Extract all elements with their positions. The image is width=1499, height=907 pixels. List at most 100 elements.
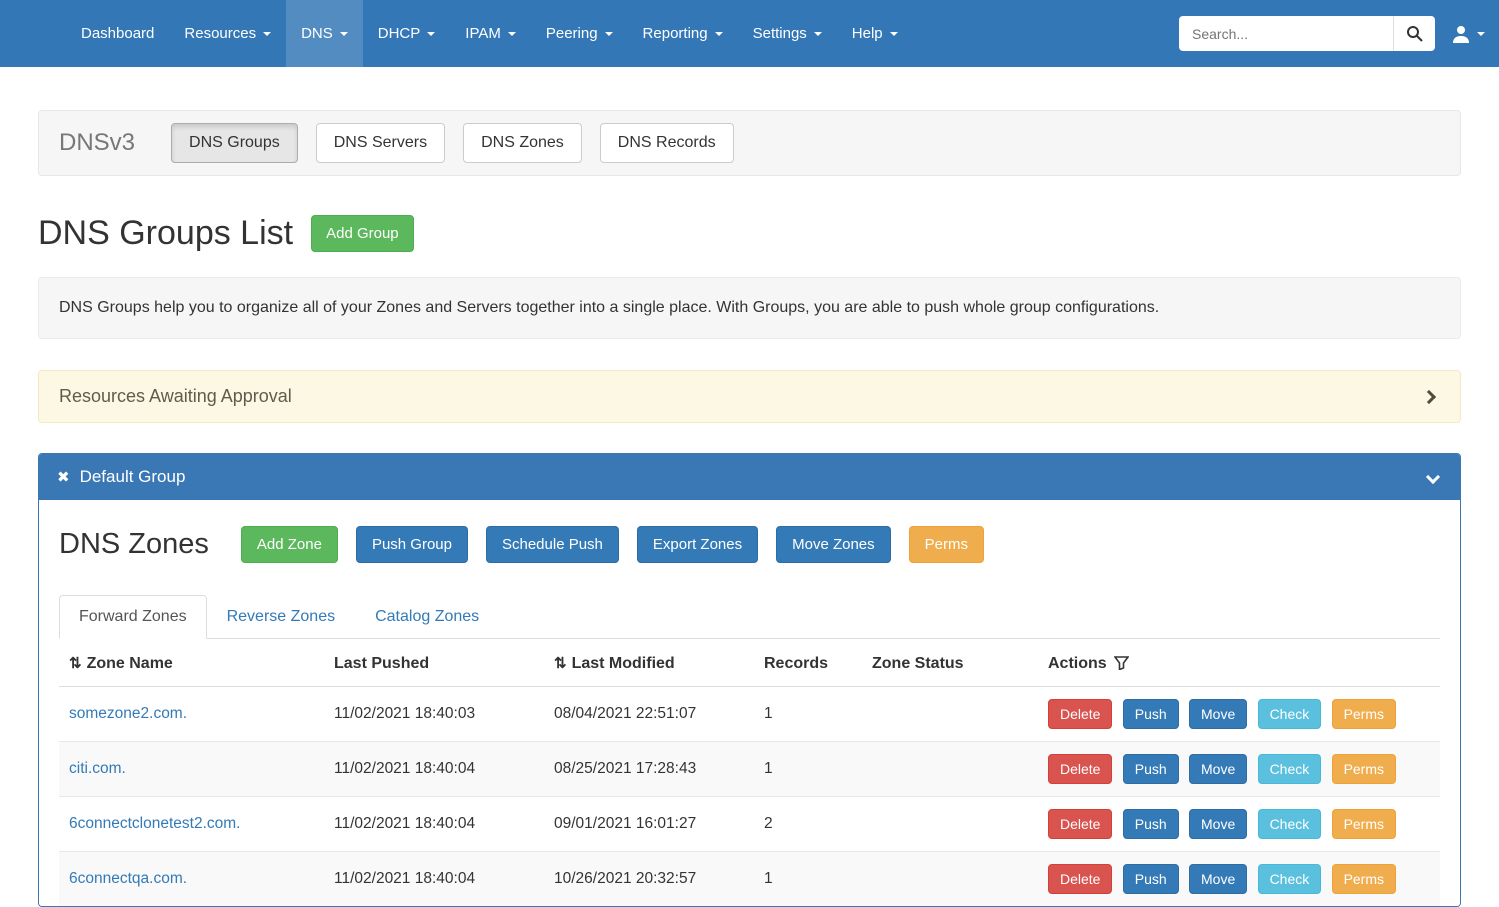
dnsv3-toolbar: DNSv3 DNS Groups DNS Servers DNS Zones D… xyxy=(38,110,1461,176)
delete-button[interactable]: Delete xyxy=(1048,754,1112,784)
perms-button[interactable]: Perms xyxy=(909,526,984,563)
nav-peering[interactable]: Peering xyxy=(531,0,628,67)
last-pushed-cell: 11/02/2021 18:40:03 xyxy=(324,687,544,742)
nav-dashboard[interactable]: Dashboard xyxy=(66,0,169,67)
records-cell: 1 xyxy=(754,852,862,907)
move-button[interactable]: Move xyxy=(1189,864,1247,894)
nav-dhcp[interactable]: DHCP xyxy=(363,0,451,67)
records-cell: 2 xyxy=(754,797,862,852)
zone-link[interactable]: somezone2.com. xyxy=(69,705,187,722)
zone-link[interactable]: citi.com. xyxy=(69,760,126,777)
nav-ipam[interactable]: IPAM xyxy=(450,0,531,67)
tab-dns-zones[interactable]: DNS Zones xyxy=(463,123,582,163)
search-icon xyxy=(1406,25,1423,42)
user-menu[interactable] xyxy=(1451,24,1485,44)
zone-link[interactable]: 6connectclonetest2.com. xyxy=(69,815,240,832)
tab-forward-zones[interactable]: Forward Zones xyxy=(59,595,207,639)
records-cell: 1 xyxy=(754,687,862,742)
check-button[interactable]: Check xyxy=(1258,864,1322,894)
last-pushed-cell: 11/02/2021 18:40:04 xyxy=(324,742,544,797)
sort-icon[interactable]: ⇅ xyxy=(554,655,567,672)
user-icon xyxy=(1451,24,1471,44)
resources-awaiting-approval-panel[interactable]: Resources Awaiting Approval xyxy=(38,370,1461,423)
nav-resources[interactable]: Resources xyxy=(169,0,286,67)
zone-status-cell xyxy=(862,742,1038,797)
chevron-down-icon xyxy=(715,32,723,36)
col-header-last-pushed[interactable]: Last Pushed xyxy=(334,655,429,672)
col-header-records[interactable]: Records xyxy=(764,655,828,672)
zone-status-cell xyxy=(862,687,1038,742)
tab-dns-servers[interactable]: DNS Servers xyxy=(316,123,445,163)
group-panel-header[interactable]: ✖ Default Group xyxy=(39,454,1460,500)
check-button[interactable]: Check xyxy=(1258,699,1322,729)
delete-button[interactable]: Delete xyxy=(1048,864,1112,894)
chevron-down-icon xyxy=(605,32,613,36)
tab-dns-groups[interactable]: DNS Groups xyxy=(171,123,298,163)
schedule-push-button[interactable]: Schedule Push xyxy=(486,526,619,563)
default-group-panel: ✖ Default Group DNS Zones Add Zone Push … xyxy=(38,453,1461,907)
push-button[interactable]: Push xyxy=(1123,754,1179,784)
move-button[interactable]: Move xyxy=(1189,754,1247,784)
zones-table: ⇅ Zone Name Last Pushed ⇅ Last Modified Re… xyxy=(59,639,1440,906)
add-zone-button[interactable]: Add Zone xyxy=(241,526,338,563)
nav-label: IPAM xyxy=(465,25,501,42)
last-pushed-cell: 11/02/2021 18:40:04 xyxy=(324,797,544,852)
nav-label: Resources xyxy=(184,25,256,42)
perms-row-button[interactable]: Perms xyxy=(1332,699,1396,729)
last-modified-cell: 08/25/2021 17:28:43 xyxy=(544,742,754,797)
chevron-down-icon xyxy=(427,32,435,36)
collapse-toggle[interactable] xyxy=(1428,467,1442,487)
tab-reverse-zones[interactable]: Reverse Zones xyxy=(207,595,356,639)
check-button[interactable]: Check xyxy=(1258,809,1322,839)
push-group-button[interactable]: Push Group xyxy=(356,526,468,563)
nav-reporting[interactable]: Reporting xyxy=(628,0,738,67)
nav-settings[interactable]: Settings xyxy=(738,0,837,67)
push-button[interactable]: Push xyxy=(1123,864,1179,894)
zone-tabs: Forward Zones Reverse Zones Catalog Zone… xyxy=(59,595,1440,639)
last-modified-cell: 08/04/2021 22:51:07 xyxy=(544,687,754,742)
perms-row-button[interactable]: Perms xyxy=(1332,754,1396,784)
nav-label: Help xyxy=(852,25,883,42)
col-header-last-modified[interactable]: Last Modified xyxy=(572,655,675,672)
push-button[interactable]: Push xyxy=(1123,809,1179,839)
close-icon[interactable]: ✖ xyxy=(57,468,70,486)
delete-button[interactable]: Delete xyxy=(1048,699,1112,729)
zone-status-cell xyxy=(862,852,1038,907)
zone-link[interactable]: 6connectqa.com. xyxy=(69,870,187,887)
nav-label: Reporting xyxy=(643,25,708,42)
sort-icon[interactable]: ⇅ xyxy=(69,655,82,672)
search-input[interactable] xyxy=(1179,16,1393,51)
move-button[interactable]: Move xyxy=(1189,699,1247,729)
table-row: citi.com. 11/02/2021 18:40:04 08/25/2021… xyxy=(59,742,1440,797)
perms-row-button[interactable]: Perms xyxy=(1332,864,1396,894)
nav-help[interactable]: Help xyxy=(837,0,913,67)
tab-dns-records[interactable]: DNS Records xyxy=(600,123,734,163)
chevron-down-icon xyxy=(508,32,516,36)
export-zones-button[interactable]: Export Zones xyxy=(637,526,758,563)
nav-dns[interactable]: DNS xyxy=(286,0,363,67)
check-button[interactable]: Check xyxy=(1258,754,1322,784)
search-button[interactable] xyxy=(1393,16,1435,51)
zone-status-cell xyxy=(862,797,1038,852)
chevron-right-icon[interactable] xyxy=(1422,389,1436,403)
delete-button[interactable]: Delete xyxy=(1048,809,1112,839)
page-title: DNS Groups List xyxy=(38,214,293,253)
table-row: 6connectclonetest2.com. 11/02/2021 18:40… xyxy=(59,797,1440,852)
approval-panel-title: Resources Awaiting Approval xyxy=(59,386,292,407)
push-button[interactable]: Push xyxy=(1123,699,1179,729)
filter-icon[interactable] xyxy=(1114,656,1129,670)
col-header-zone-status[interactable]: Zone Status xyxy=(872,655,964,672)
dns-zones-title: DNS Zones xyxy=(59,528,209,561)
last-modified-cell: 10/26/2021 20:32:57 xyxy=(544,852,754,907)
add-group-button[interactable]: Add Group xyxy=(311,215,414,252)
perms-row-button[interactable]: Perms xyxy=(1332,809,1396,839)
last-pushed-cell: 11/02/2021 18:40:04 xyxy=(324,852,544,907)
chevron-down-icon xyxy=(1426,470,1440,484)
move-zones-button[interactable]: Move Zones xyxy=(776,526,891,563)
table-row: somezone2.com. 11/02/2021 18:40:03 08/04… xyxy=(59,687,1440,742)
col-header-zone-name[interactable]: Zone Name xyxy=(87,655,173,672)
tab-catalog-zones[interactable]: Catalog Zones xyxy=(355,595,499,639)
col-header-actions: Actions xyxy=(1048,655,1107,672)
move-button[interactable]: Move xyxy=(1189,809,1247,839)
nav-label: DHCP xyxy=(378,25,421,42)
